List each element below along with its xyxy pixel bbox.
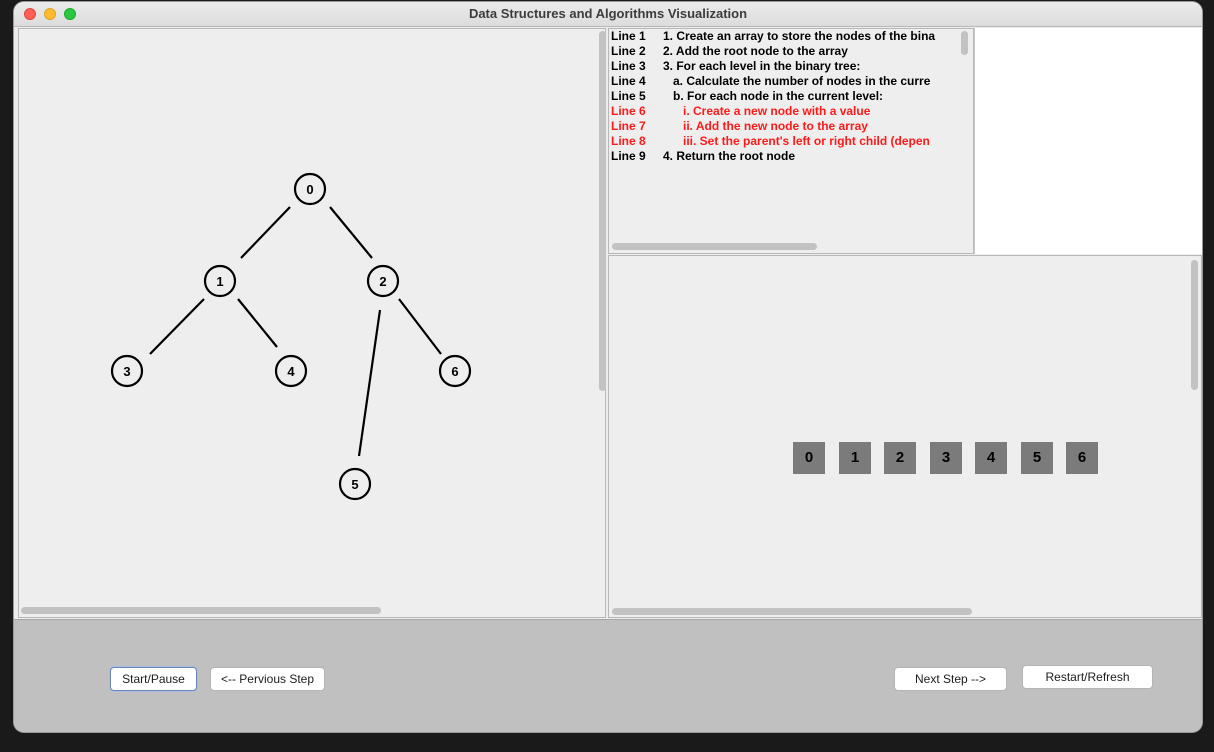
tree-visualization-panel: 0 1 2 3 4 5 6 [18,28,606,618]
array-cell: 6 [1066,442,1098,474]
tree-node: 3 [110,354,144,388]
array-cell: 5 [1021,442,1053,474]
code-line-highlighted: Line 8 iii. Set the parent's left or rig… [611,134,930,148]
window-title: Data Structures and Algorithms Visualiza… [468,6,748,21]
array-horizontal-scrollbar[interactable] [612,608,972,615]
app-window: Data Structures and Algorithms Visualiza… [14,2,1202,732]
code-line: Line 2 2. Add the root node to the array [611,44,848,58]
start-pause-button[interactable]: Start/Pause [110,667,197,691]
tree-node: 5 [338,467,372,501]
previous-step-button[interactable]: <-- Pervious Step [210,667,325,691]
control-bar: Start/Pause <-- Pervious Step Next Step … [14,619,1202,732]
code-line-highlighted: Line 6 i. Create a new node with a value [611,104,871,118]
array-cell: 1 [839,442,871,474]
tree-edge [237,298,278,348]
tree-node-label: 0 [306,182,313,197]
code-line: Line 9 4. Return the root node [611,149,795,163]
tree-horizontal-scrollbar[interactable] [21,607,381,614]
code-line: Line 3 3. For each level in the binary tr… [611,59,861,73]
code-line: Line 1 1. Create an array to store the no… [611,29,936,43]
tree-edge [329,206,373,259]
tree-node-label: 1 [216,274,223,289]
tree-vertical-scrollbar[interactable] [599,31,606,391]
tree-node-label: 3 [123,364,130,379]
tree-node: 4 [274,354,308,388]
tree-node: 6 [438,354,472,388]
tree-node-label: 6 [451,364,458,379]
code-line: Line 5 b. For each node in the current l… [611,89,884,103]
tree-edge [357,309,382,457]
array-visualization-panel: 0 1 2 3 4 5 6 [608,255,1202,618]
tree-node: 0 [293,172,327,206]
code-line: Line 4 a. Calculate the number of nodes … [611,74,931,88]
blank-side-panel [974,28,1202,254]
next-step-button[interactable]: Next Step --> [894,667,1007,691]
tree-node-label: 5 [351,477,358,492]
binary-tree-canvas: 0 1 2 3 4 5 6 [110,172,472,501]
tree-node: 2 [366,264,400,298]
tree-node-label: 4 [287,364,295,379]
pseudocode-panel: Line 1 1. Create an array to store the no… [608,28,974,254]
tree-node-label: 2 [379,274,386,289]
code-vertical-scrollbar[interactable] [961,31,968,55]
tree-edge [398,298,442,355]
restart-refresh-button[interactable]: Restart/Refresh [1022,665,1153,689]
array-cell: 2 [884,442,916,474]
tree-edge [240,206,291,259]
array-cell: 3 [930,442,962,474]
title-bar: Data Structures and Algorithms Visualiza… [14,2,1202,27]
tree-edge [149,298,205,355]
array-cell: 0 [793,442,825,474]
array-cell: 4 [975,442,1007,474]
array-vertical-scrollbar[interactable] [1191,260,1198,390]
code-line-highlighted: Line 7 ii. Add the new node to the array [611,119,868,133]
tree-node: 1 [203,264,237,298]
code-horizontal-scrollbar[interactable] [612,243,817,250]
